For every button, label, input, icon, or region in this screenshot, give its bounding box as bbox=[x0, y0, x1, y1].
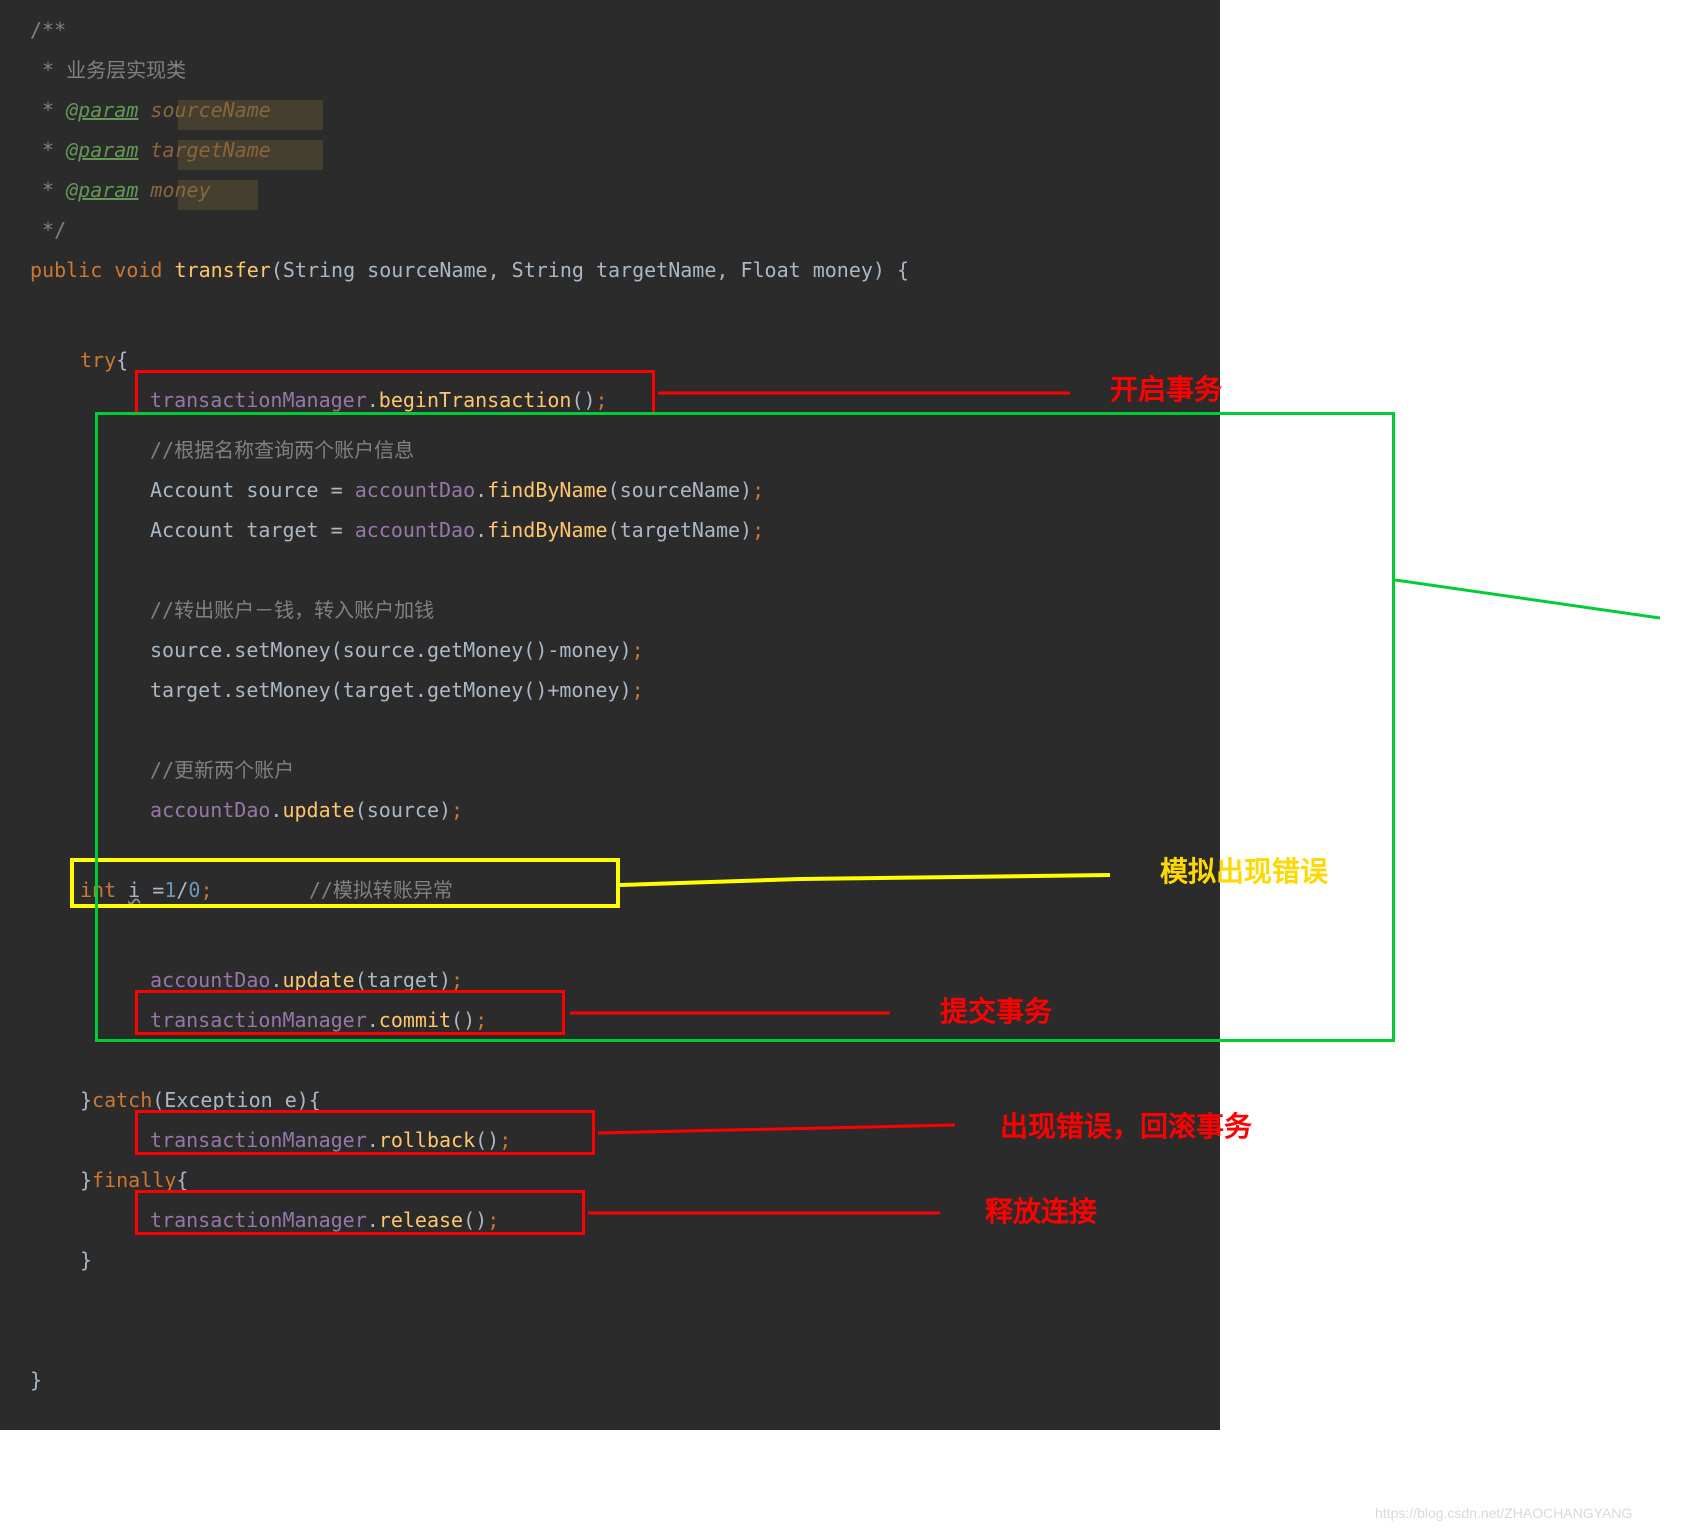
doc-line-1: /** bbox=[30, 10, 66, 50]
method-signature: public void transfer(String sourceName, … bbox=[30, 250, 909, 290]
doc-line-5: * @param money bbox=[30, 170, 211, 210]
doc-line-4: * @param targetName bbox=[30, 130, 271, 170]
doc-line-6: */ bbox=[30, 210, 66, 250]
error-annotation: 模拟出现错误 bbox=[1160, 850, 1328, 890]
transaction-scope-box bbox=[95, 412, 1395, 1042]
release-box bbox=[135, 1190, 585, 1235]
doc-line-2: * 业务层实现类 bbox=[30, 50, 186, 90]
begin-annotation: 开启事务 bbox=[1110, 368, 1222, 408]
try-line: try{ bbox=[80, 340, 128, 380]
close-brace-2: } bbox=[30, 1360, 42, 1400]
rollback-box bbox=[135, 1110, 595, 1155]
begin-transaction-box bbox=[135, 370, 655, 415]
close-brace-1: } bbox=[80, 1240, 92, 1280]
doc-line-3: * @param sourceName bbox=[30, 90, 271, 130]
commit-annotation: 提交事务 bbox=[940, 990, 1052, 1030]
release-annotation: 释放连接 bbox=[985, 1190, 1097, 1230]
rollback-annotation: 出现错误，回滚事务 bbox=[1000, 1105, 1252, 1145]
watermark: https://blog.csdn.net/ZHAOCHANGYANG bbox=[1375, 1505, 1632, 1521]
